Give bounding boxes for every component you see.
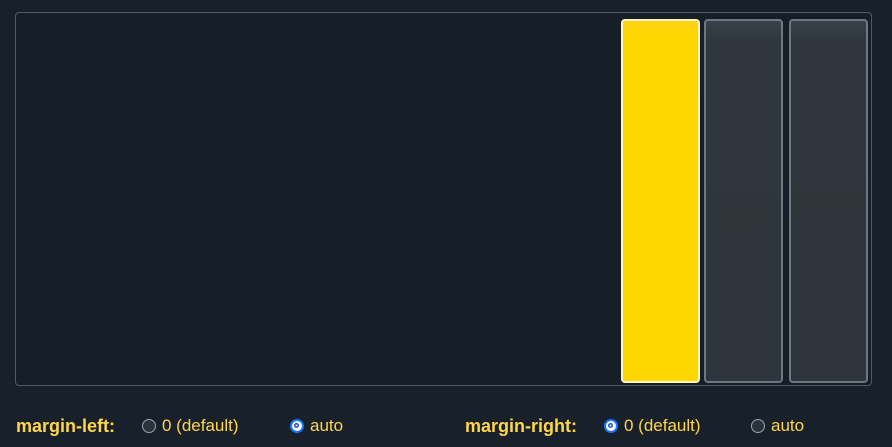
radio-icon[interactable] — [142, 419, 156, 433]
flex-container-preview — [15, 12, 872, 386]
option-label: 0 (default) — [624, 416, 701, 435]
radio-checked-icon[interactable] — [604, 419, 618, 433]
option-label: 0 (default) — [162, 416, 239, 435]
margin-right-option-auto[interactable]: auto — [751, 416, 804, 436]
margin-left-label: margin-left: — [16, 416, 115, 436]
margin-right-label: margin-right: — [465, 416, 577, 436]
flex-item-box-3[interactable] — [789, 19, 868, 383]
margin-right-option-default[interactable]: 0 (default) — [604, 416, 701, 436]
radio-icon[interactable] — [751, 419, 765, 433]
margin-left-option-default[interactable]: 0 (default) — [142, 416, 239, 436]
option-label: auto — [771, 416, 805, 435]
margin-left-option-auto[interactable]: auto — [290, 416, 343, 436]
radio-checked-icon[interactable] — [290, 419, 304, 433]
margin-controls: margin-left: 0 (default) auto margin-rig… — [0, 408, 892, 444]
flex-item-box-2[interactable] — [704, 19, 783, 383]
option-label: auto — [310, 416, 344, 435]
flex-item-box-1[interactable] — [621, 19, 700, 383]
